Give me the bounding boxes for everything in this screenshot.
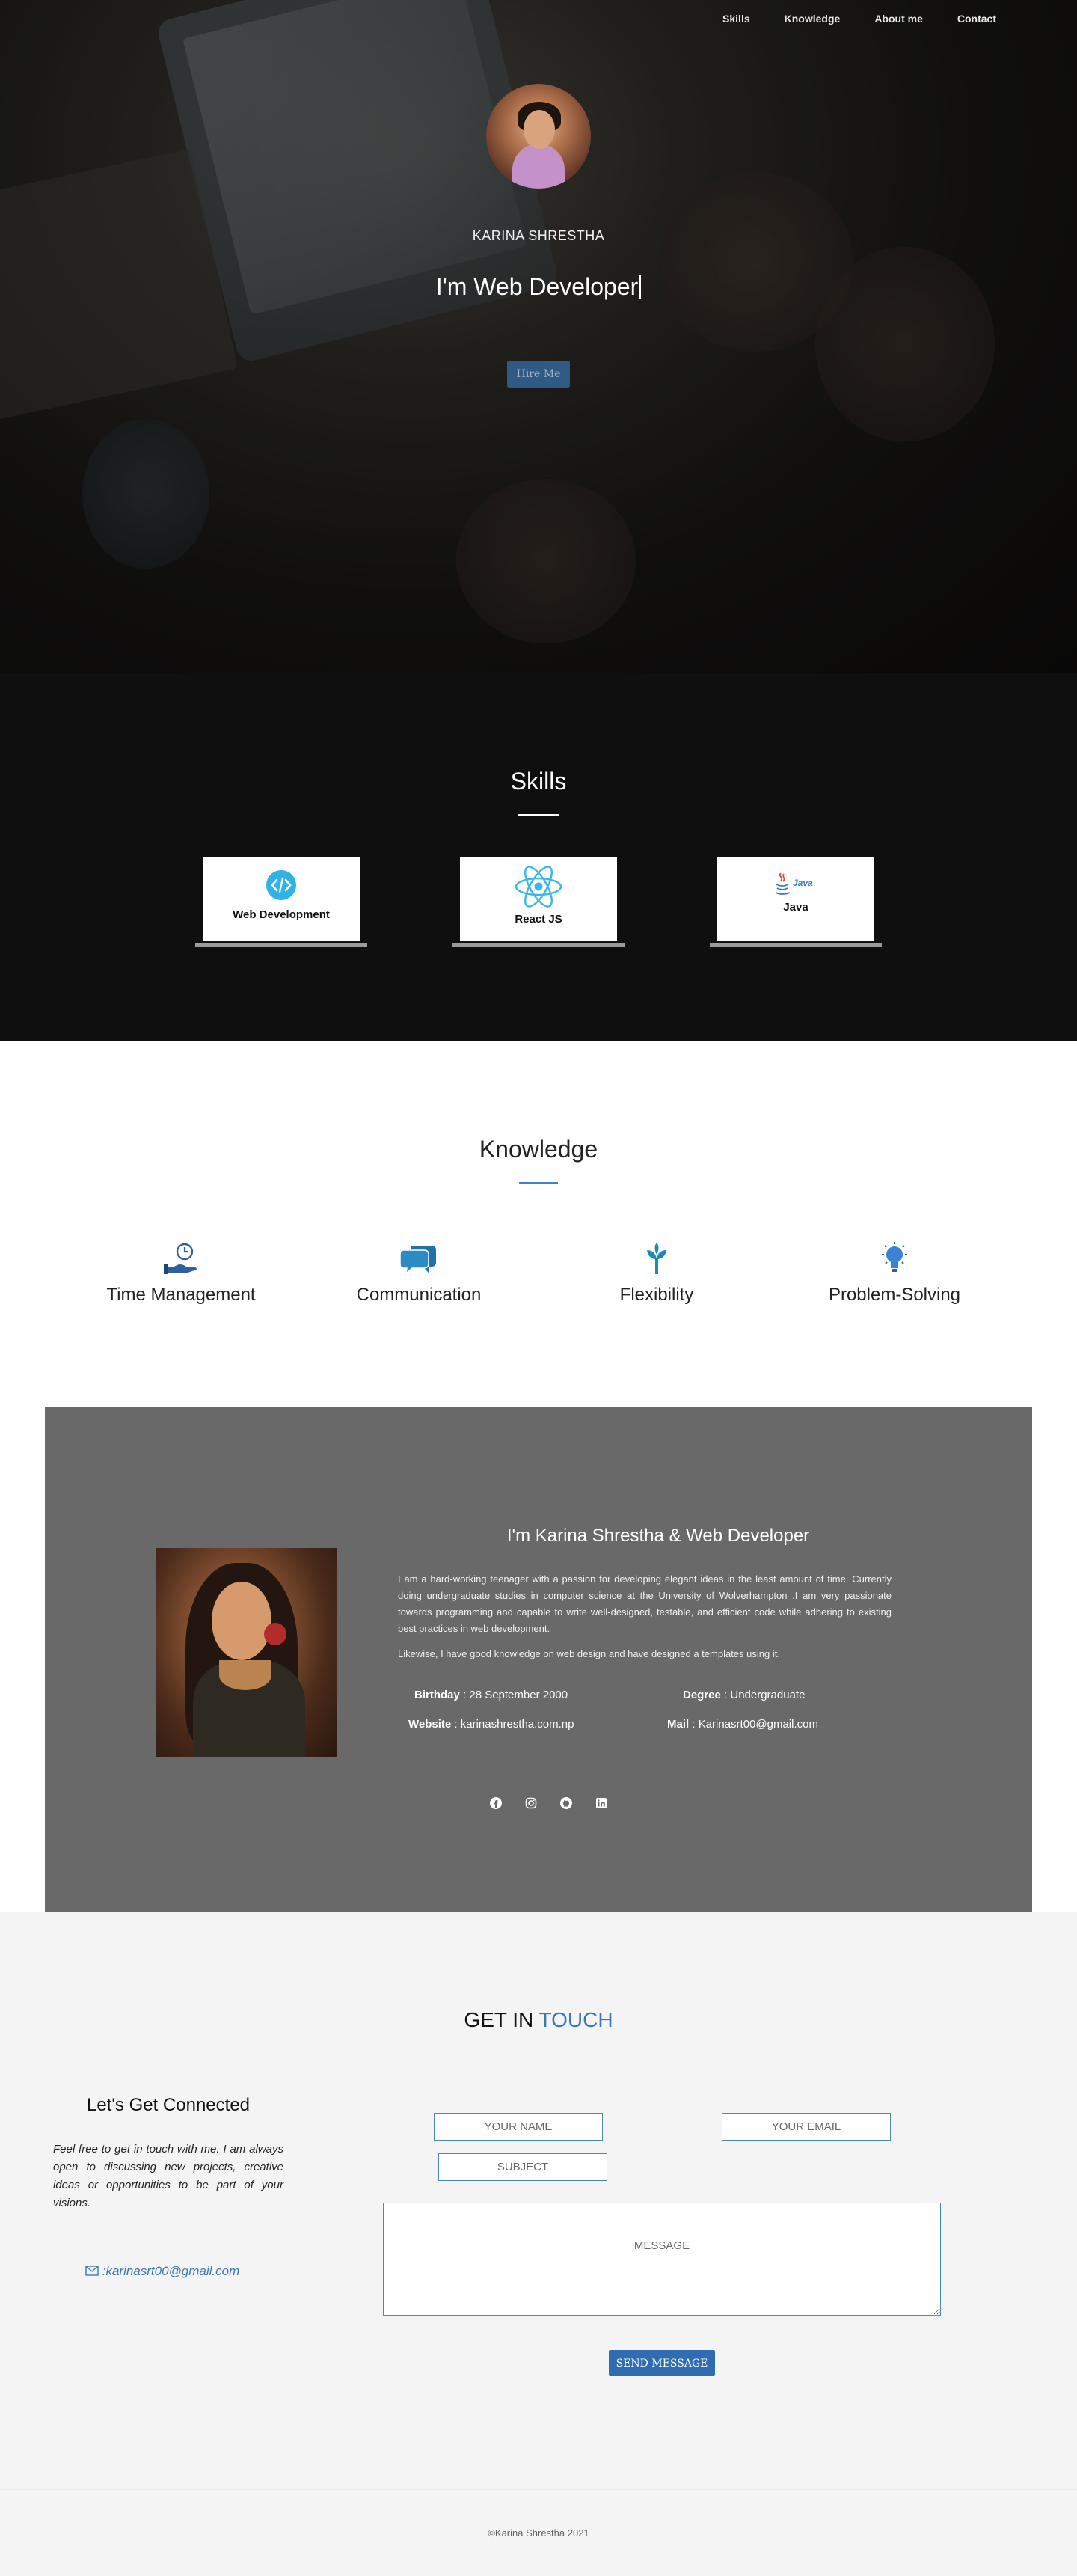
footer: ©Karina Shrestha 2021: [0, 2489, 1077, 2576]
contact-left-text: Feel free to get in touch with me. I am …: [53, 2143, 283, 2209]
skill-card-shadow: [195, 943, 367, 947]
social-links: [45, 1795, 1032, 1811]
hero-role: I'm Web Developer: [0, 273, 1077, 301]
knowledge-item-flexibility: Flexibility: [544, 1241, 769, 1306]
java-icon: Java: [775, 872, 813, 895]
nav-item-about[interactable]: About me: [874, 13, 923, 25]
facebook-icon[interactable]: [488, 1795, 504, 1811]
skills-section: Skills Web Development React JS Java Jav…: [0, 673, 1077, 1041]
skills-title: Skills: [510, 768, 567, 795]
contact-section: GET IN TOUCH Let's Get Connected Feel fr…: [0, 1912, 1077, 2489]
knowledge-label: Flexibility: [619, 1285, 694, 1305]
svg-text:Java: Java: [793, 878, 813, 888]
about-bio-paragraph: Likewise, I have good knowledge on web d…: [398, 1648, 780, 1659]
subject-input[interactable]: [438, 2153, 607, 2181]
instagram-icon[interactable]: [523, 1795, 539, 1811]
skill-label: Web Development: [233, 908, 330, 921]
knowledge-item-communication: Communication: [307, 1241, 531, 1306]
envelope-icon: [85, 2266, 99, 2276]
nav-menu: Skills Knowledge About me Contact: [688, 13, 996, 25]
about-section: I'm Karina Shrestha & Web Developer I am…: [0, 1407, 1077, 1912]
info-website: Website : karinashrestha.com.np: [408, 1718, 574, 1731]
skill-label: React JS: [515, 913, 562, 926]
about-panel: I'm Karina Shrestha & Web Developer I am…: [45, 1407, 1032, 1912]
info-value: : Karinasrt00@gmail.com: [689, 1718, 818, 1731]
about-heading: I'm Karina Shrestha & Web Developer: [506, 1526, 810, 1546]
send-message-button[interactable]: SEND MESSAGE: [609, 2350, 715, 2376]
skill-card-java: Java Java: [710, 857, 882, 947]
github-icon[interactable]: [558, 1795, 574, 1811]
hero-role-text: I'm Web Developer: [435, 273, 639, 300]
knowledge-label: Communication: [356, 1285, 482, 1305]
contact-email-link[interactable]: :karinasrt00@gmail.com: [85, 2264, 239, 2279]
profile-avatar: [486, 84, 591, 189]
info-label: Degree: [683, 1689, 721, 1701]
info-birthday: Birthday : 28 September 2000: [414, 1689, 568, 1701]
info-label: Mail: [667, 1718, 690, 1731]
code-icon: [266, 870, 296, 900]
typing-caret: [639, 275, 642, 299]
about-bio-paragraph: I am a hard-working teenager with a pass…: [398, 1573, 892, 1634]
knowledge-item-problem-solving: Problem-Solving: [782, 1241, 1007, 1306]
top-nav: Skills Knowledge About me Contact: [0, 0, 1077, 39]
lightbulb-icon: [882, 1242, 907, 1272]
about-photo: [156, 1548, 337, 1757]
info-mail: Mail : Karinasrt00@gmail.com: [667, 1718, 818, 1731]
footer-copyright: ©Karina Shrestha 2021: [488, 2527, 589, 2539]
skill-card-shadow: [452, 943, 625, 947]
nav-item-knowledge[interactable]: Knowledge: [785, 13, 841, 25]
hero-section: KARINA SHRESTHA I'm Web Developer Hire M…: [0, 0, 1077, 673]
chat-bubbles-icon: [400, 1246, 436, 1275]
contact-title-main: GET IN: [464, 2008, 539, 2031]
email-input[interactable]: [722, 2113, 891, 2141]
skill-label: Java: [783, 901, 808, 914]
info-value: : Undergraduate: [720, 1689, 806, 1701]
info-value: : karinashrestha.com.np: [451, 1718, 574, 1731]
contact-left-heading: Let's Get Connected: [86, 2095, 251, 2115]
name-input[interactable]: [434, 2113, 603, 2141]
knowledge-title-underline: [519, 1182, 558, 1184]
contact-email-text: :karinasrt00@gmail.com: [102, 2264, 240, 2278]
contact-title-accent: TOUCH: [538, 2008, 613, 2031]
skill-card-web-development: Web Development: [195, 857, 367, 947]
skill-card-react: React JS: [452, 857, 625, 947]
info-value: : 28 September 2000: [459, 1689, 568, 1701]
knowledge-section: Knowledge Time Management Communication …: [0, 1041, 1077, 1407]
knowledge-title: Knowledge: [479, 1136, 598, 1163]
knowledge-label: Problem-Solving: [828, 1285, 961, 1305]
knowledge-item-time-management: Time Management: [69, 1241, 293, 1306]
skill-card-shadow: [710, 943, 882, 947]
knowledge-label: Time Management: [106, 1285, 256, 1305]
nav-item-skills[interactable]: Skills: [722, 13, 750, 25]
hire-me-button[interactable]: Hire Me: [507, 361, 570, 388]
message-textarea[interactable]: [383, 2203, 941, 2316]
linkedin-icon[interactable]: [593, 1795, 610, 1811]
nav-item-contact[interactable]: Contact: [957, 13, 996, 25]
about-bio: I am a hard-working teenager with a pass…: [398, 1571, 892, 1671]
react-icon: [515, 866, 562, 908]
time-management-icon: [164, 1243, 197, 1274]
info-label: Birthday: [414, 1689, 460, 1701]
hero-name: KARINA SHRESTHA: [472, 228, 605, 243]
sprout-icon: [647, 1243, 666, 1274]
contact-title: GET IN TOUCH: [0, 2008, 1077, 2032]
skills-title-underline: [518, 814, 559, 816]
info-degree: Degree : Undergraduate: [683, 1689, 805, 1701]
info-label: Website: [408, 1718, 452, 1731]
